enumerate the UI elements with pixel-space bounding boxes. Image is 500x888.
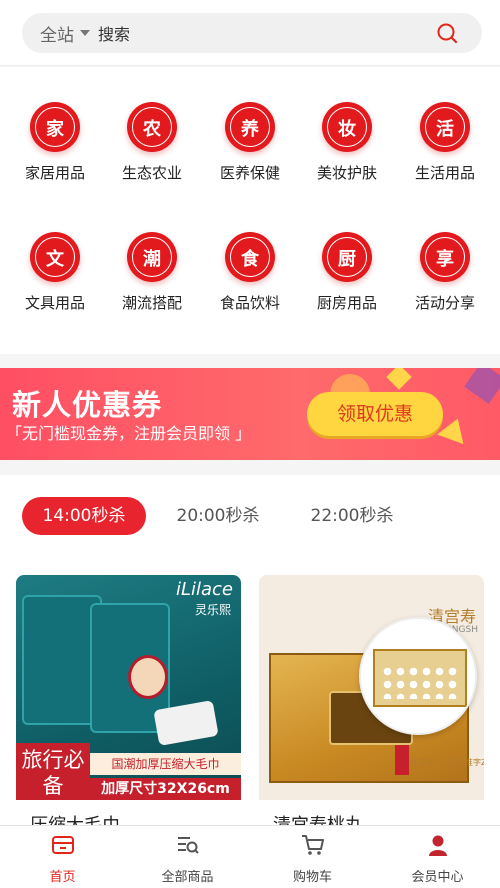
claim-coupon-button[interactable]: 领取优惠 <box>307 392 443 436</box>
pill-balls-graphic <box>381 665 459 699</box>
product-card[interactable]: 清宫寿 QINGGONGSH 批准文号：国药准字Z12 清宫寿桃丸 <box>259 575 484 836</box>
product-strip: 国潮加厚压缩大毛巾 <box>90 753 241 775</box>
nav-label: 购物车 <box>292 870 332 885</box>
category-icon: 文 <box>30 232 80 282</box>
category-item-beauty[interactable]: 妆 美妆护肤 <box>298 102 396 183</box>
brand-name: 灵乐熙 <box>194 603 231 617</box>
category-item-home[interactable]: 家 家居用品 <box>6 102 104 183</box>
cart-icon <box>301 835 324 855</box>
nav-label: 全部商品 <box>161 870 214 885</box>
approval-number: 批准文号：国药准字Z12 <box>409 758 484 767</box>
banner-title: 新人优惠券 <box>12 388 163 422</box>
chevron-down-icon[interactable] <box>80 30 90 36</box>
product-card[interactable]: iLilace 灵乐熙 旅行必备 国潮加厚压缩大毛巾 加厚尺寸32X26cm 压… <box>16 575 241 836</box>
nav-all-products[interactable]: 全部商品 <box>125 832 250 885</box>
category-label: 医养保健 <box>219 164 280 182</box>
category-label: 美妆护肤 <box>316 164 377 182</box>
list-search-icon <box>177 837 199 854</box>
category-label: 活动分享 <box>414 294 475 312</box>
decor-square <box>464 368 500 404</box>
search-header: 全站 搜索 <box>0 0 500 66</box>
nav-cart[interactable]: 购物车 <box>250 832 375 885</box>
category-label: 家居用品 <box>24 164 85 182</box>
member-icon <box>428 835 447 856</box>
search-scope-select[interactable]: 全站 <box>40 21 74 46</box>
brand-logo: iLilace <box>175 579 233 600</box>
category-item-daily[interactable]: 活 生活用品 <box>396 102 494 183</box>
search-bar[interactable]: 全站 搜索 <box>22 13 482 53</box>
category-label: 食品饮料 <box>219 294 280 312</box>
category-label: 厨房用品 <box>316 294 377 312</box>
tab-2000[interactable]: 20:00秒杀 <box>160 497 276 535</box>
category-icon: 农 <box>127 102 177 152</box>
category-icon: 潮 <box>127 232 177 282</box>
red-stamp <box>395 745 409 775</box>
category-item-stationery[interactable]: 文 文具用品 <box>6 232 104 313</box>
product-list: iLilace 灵乐熙 旅行必备 国潮加厚压缩大毛巾 加厚尺寸32X26cm 压… <box>0 575 500 836</box>
search-input[interactable]: 搜索 <box>98 21 130 45</box>
category-icon: 活 <box>420 102 470 152</box>
nav-label: 会员中心 <box>411 870 464 885</box>
product-image[interactable]: 清宫寿 QINGGONGSH 批准文号：国药准字Z12 <box>259 575 484 800</box>
nav-member-center[interactable]: 会员中心 <box>375 832 500 885</box>
nav-label: 首页 <box>49 870 76 885</box>
flash-sale-tabs: 14:00秒杀 20:00秒杀 22:00秒杀 <box>0 475 500 575</box>
tab-2200[interactable]: 22:00秒杀 <box>294 497 410 535</box>
bottom-nav: 首页 全部商品 购物车 会员中心 <box>0 825 500 888</box>
opera-figure <box>128 655 168 699</box>
category-icon: 厨 <box>322 232 372 282</box>
category-label: 生态农业 <box>121 164 182 182</box>
banner-subtitle: 「无门槛现金券，注册会员即领 」 <box>6 424 252 443</box>
nav-home[interactable]: 首页 <box>0 832 125 885</box>
category-icon: 享 <box>420 232 470 282</box>
category-item-health[interactable]: 养 医养保健 <box>201 102 299 183</box>
category-label: 生活用品 <box>414 164 475 182</box>
category-label: 潮流搭配 <box>121 294 182 312</box>
category-item-kitchen[interactable]: 厨 厨房用品 <box>298 232 396 313</box>
category-label: 文具用品 <box>24 294 85 312</box>
category-item-food[interactable]: 食 食品饮料 <box>201 232 299 313</box>
category-grid: 家 家居用品 农 生态农业 养 医养保健 妆 美妆护肤 活 生活用品 文 文具用… <box>0 67 500 354</box>
category-item-fashion[interactable]: 潮 潮流搭配 <box>103 232 201 313</box>
tab-1400[interactable]: 14:00秒杀 <box>22 497 146 535</box>
product-image[interactable]: iLilace 灵乐熙 旅行必备 国潮加厚压缩大毛巾 加厚尺寸32X26cm <box>16 575 241 800</box>
product-size: 加厚尺寸32X26cm <box>90 778 241 800</box>
decor-diamond <box>386 368 412 390</box>
category-icon: 养 <box>225 102 275 152</box>
category-icon: 妆 <box>322 102 372 152</box>
search-icon[interactable] <box>436 22 458 44</box>
category-icon: 家 <box>30 102 80 152</box>
product-zoom-graphic <box>359 617 477 735</box>
new-user-coupon-banner[interactable]: 新人优惠券 「无门槛现金券，注册会员即领 」 领取优惠 <box>0 368 500 460</box>
home-icon <box>51 836 74 854</box>
category-item-agriculture[interactable]: 农 生态农业 <box>103 102 201 183</box>
category-icon: 食 <box>225 232 275 282</box>
category-item-share[interactable]: 享 活动分享 <box>396 232 494 313</box>
travel-tag: 旅行必备 <box>16 743 90 800</box>
